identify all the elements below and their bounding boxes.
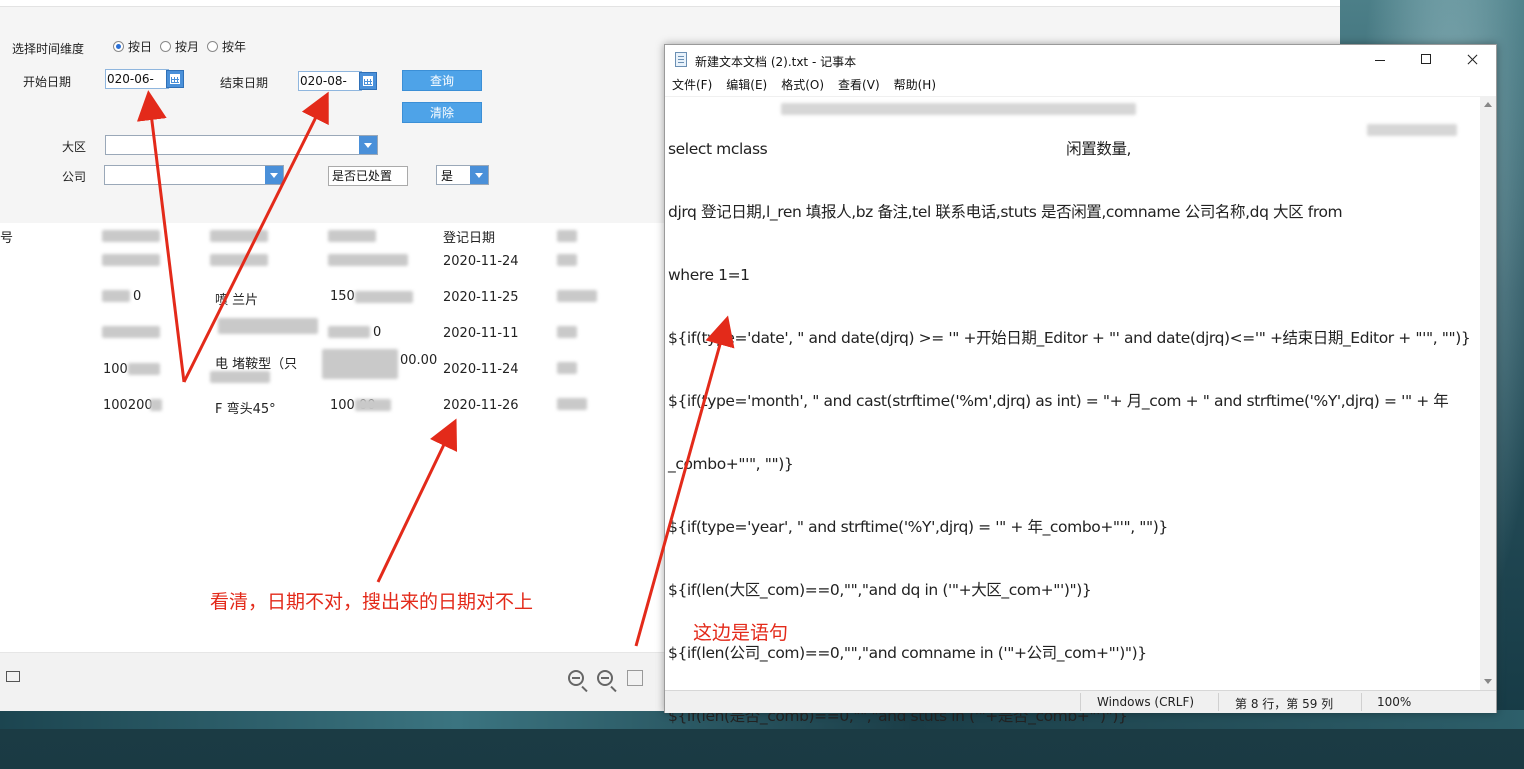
annotation-right-note: 这边是语句 xyxy=(693,622,789,644)
annotation-left-note: 看清，日期不对，搜出来的日期对不上 xyxy=(210,591,534,613)
arrow-to-sql xyxy=(634,315,735,647)
arrow-to-end-date xyxy=(182,91,329,383)
arrow-to-results xyxy=(376,418,458,583)
arrow-to-start-date xyxy=(136,90,186,383)
